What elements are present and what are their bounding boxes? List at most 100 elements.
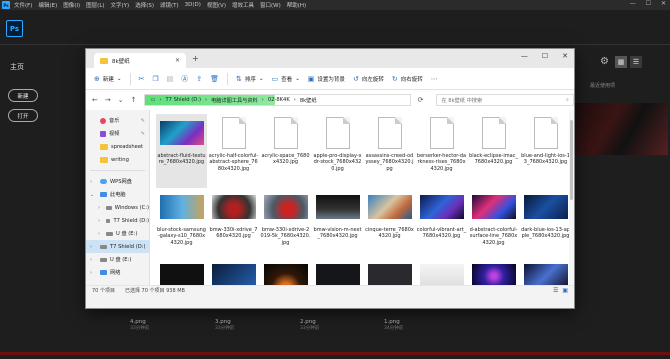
chevron-right-icon[interactable]: › (98, 218, 100, 224)
file-item[interactable]: apple-pro-display-xdr-stock_7680x4320.jp… (312, 114, 363, 188)
breadcrumb-item[interactable]: 02-8K4K (268, 97, 290, 103)
file-item[interactable]: colorful-vibrant-art_7680x4320.jpg (416, 188, 467, 262)
delete-icon[interactable]: 🗑 (210, 75, 219, 83)
ps-open-button[interactable]: 打开 (8, 109, 38, 122)
file-item[interactable] (468, 262, 519, 285)
recent-file[interactable]: 3.png 33分钟前 (215, 319, 234, 331)
nav-item-network[interactable]: › 网络 (86, 266, 149, 279)
recent-file-thumbnail[interactable] (572, 103, 668, 155)
menu-3d[interactable]: 3D(D) (185, 2, 201, 8)
close-tab-icon[interactable]: ✕ (175, 57, 180, 64)
share-icon[interactable]: ⇪ (196, 75, 202, 83)
ps-home-label[interactable]: 主页 (10, 62, 24, 72)
sort-button[interactable]: ⇅ 排序 ⌄ (236, 75, 264, 83)
view-button[interactable]: ▭ 查看 ⌄ (272, 75, 300, 83)
vertical-scrollbar[interactable] (569, 110, 574, 285)
menu-plugins[interactable]: 增效工具 (232, 1, 254, 9)
file-item[interactable]: black-eclipse-imac_7680x4320.jpg (468, 114, 519, 188)
scrollbar-thumb[interactable] (570, 120, 573, 200)
chevron-down-icon[interactable]: ⌄ (90, 192, 94, 198)
chevron-right-icon[interactable]: › (90, 179, 92, 185)
menu-filter[interactable]: 滤镜(T) (160, 1, 179, 9)
menu-layer[interactable]: 图层(L) (86, 1, 104, 9)
nav-item-spreadsheet[interactable]: spreadsheet (86, 140, 149, 153)
chevron-down-icon[interactable]: ⌄ (118, 96, 124, 104)
minimize-button[interactable]: — (630, 0, 636, 7)
new-button[interactable]: ⊕ 新建 ⌄ (94, 75, 122, 83)
grid-view-icon[interactable]: ▦ (615, 56, 627, 68)
set-wallpaper-button[interactable]: ▣ 设置为背景 (308, 75, 345, 83)
menu-view[interactable]: 视图(V) (207, 1, 226, 9)
thumbnail-view-icon[interactable]: ▣ (562, 287, 568, 294)
close-button[interactable]: ✕ (661, 0, 666, 7)
recent-file[interactable]: 4.png 33分钟前 (130, 319, 149, 331)
menu-image[interactable]: 图像(I) (63, 1, 80, 9)
nav-item-writing[interactable]: writing (86, 153, 149, 166)
chevron-right-icon[interactable]: › (90, 257, 92, 263)
gear-icon[interactable]: ⚙ (600, 56, 609, 67)
nav-item-wps-cloud[interactable]: › WPS网盘 (86, 175, 149, 188)
file-item[interactable]: dark-blue-ios-13-apple_7680x4320.jpg (520, 188, 571, 262)
rotate-right-button[interactable]: ↻ 向右旋转 (392, 75, 423, 83)
recent-file[interactable]: 2.png 33分钟前 (300, 319, 319, 331)
file-item[interactable] (312, 262, 363, 285)
file-item[interactable]: assassins-creed-odyssey_7680x4320.jpg (364, 114, 415, 188)
ps-new-button[interactable]: 新建 (8, 89, 38, 102)
file-item[interactable]: blur-stock-samsung-galaxy-s10_7680x4320.… (156, 188, 207, 262)
file-item[interactable]: abstract-fluid-texture_7680x4320.jpg (156, 114, 207, 188)
nav-item-t7-shield[interactable]: › T7 Shield (D:) (86, 240, 149, 253)
back-arrow-icon[interactable]: ← (92, 96, 98, 104)
file-item[interactable] (364, 262, 415, 285)
file-item[interactable] (208, 262, 259, 285)
nav-item-music[interactable]: 音乐 ✎ (86, 114, 149, 127)
list-view-icon[interactable]: ☰ (630, 56, 642, 68)
file-item[interactable] (156, 262, 207, 285)
file-item[interactable]: acrylic-space_7680x4320.jpg (260, 114, 311, 188)
file-item[interactable]: acrylic-half-colorful-abstract-sphere_76… (208, 114, 259, 188)
breadcrumb-item[interactable]: T7 Shield (D:) (165, 97, 201, 103)
paste-icon[interactable]: ▤ (167, 75, 174, 83)
close-button[interactable]: ✕ (562, 52, 568, 60)
nav-item-this-pc[interactable]: ⌄ 此电脑 (86, 188, 149, 201)
chevron-right-icon[interactable]: › (98, 205, 100, 211)
file-item[interactable]: d-abstract-colorful-surface-line_7680x43… (468, 188, 519, 262)
chevron-right-icon[interactable]: › (90, 244, 92, 250)
nav-item-usb[interactable]: › U 盘 (E:) (86, 253, 149, 266)
more-options-icon[interactable]: ⋯ (431, 75, 438, 83)
file-item[interactable] (416, 262, 467, 285)
explorer-tab[interactable]: 8k壁纸 ✕ (94, 53, 186, 68)
menu-window[interactable]: 窗口(W) (260, 1, 281, 9)
nav-item-drive-e[interactable]: › U 盘 (E:) (86, 227, 149, 240)
maximize-button[interactable]: ☐ (542, 52, 548, 60)
file-item[interactable]: berserker-hector-darkness-rises_7680x432… (416, 114, 467, 188)
maximize-button[interactable]: ☐ (646, 0, 651, 7)
menu-help[interactable]: 帮助(H) (287, 1, 306, 9)
breadcrumb-item[interactable]: 电脑详图工具与资料 (211, 97, 258, 104)
search-input[interactable]: 在 8k壁纸 中搜索 ⌕ (436, 94, 574, 106)
forward-arrow-icon[interactable]: → (105, 96, 111, 104)
nav-item-drive-d[interactable]: › T7 Shield (D:) (86, 214, 149, 227)
nav-item-video[interactable]: 视频 ✎ (86, 127, 149, 140)
file-item[interactable] (260, 262, 311, 285)
file-item[interactable]: bmw-330i-xdrive_7680x4320.jpg (208, 188, 259, 262)
recent-file[interactable]: 1.png 34分钟前 (384, 319, 403, 331)
chevron-right-icon[interactable]: › (90, 270, 92, 276)
file-item[interactable] (520, 262, 571, 285)
rename-icon[interactable]: Ⓐ (181, 74, 188, 84)
menu-select[interactable]: 选择(S) (135, 1, 154, 9)
menu-edit[interactable]: 编辑(E) (38, 1, 57, 9)
refresh-icon[interactable]: ⟳ (418, 96, 424, 104)
rotate-left-button[interactable]: ↺ 向左旋转 (353, 75, 384, 83)
file-item[interactable]: blue-and-light-ios-13_7680x4320.jpg (520, 114, 571, 188)
add-tab-icon[interactable]: + (192, 54, 199, 63)
address-bar[interactable]: ▭ › T7 Shield (D:) › 电脑详图工具与资料 › 02-8K4K… (143, 94, 411, 106)
file-item[interactable]: bmw-vision-m-next_7680x4320.jpg (312, 188, 363, 262)
nav-item-drive-c[interactable]: › Windows (C:) (86, 201, 149, 214)
up-arrow-icon[interactable]: ↑ (131, 96, 137, 104)
details-view-icon[interactable]: ☰ (553, 287, 558, 294)
file-item[interactable]: bmw-330i-xdrive-2019-5k_7680x4320.jpg (260, 188, 311, 262)
minimize-button[interactable]: — (521, 52, 528, 60)
breadcrumb-item[interactable]: 8k壁纸 (300, 97, 317, 104)
menu-file[interactable]: 文件(F) (14, 1, 32, 9)
file-item[interactable]: cinque-terre_7680x4320.jpg (364, 188, 415, 262)
